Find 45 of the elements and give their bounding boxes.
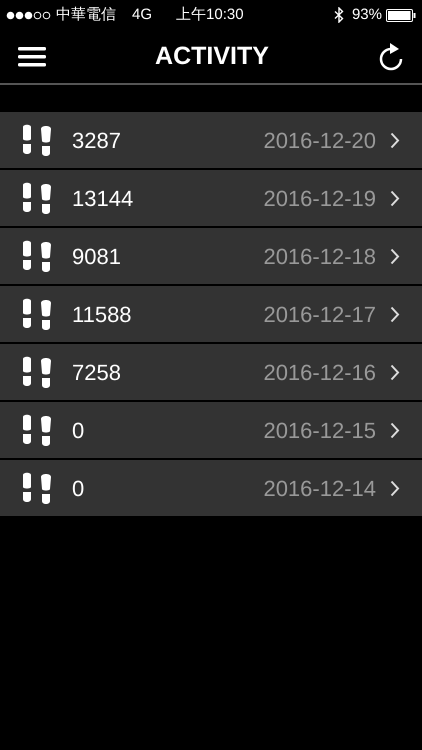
battery-percent: 93% <box>352 4 382 25</box>
activity-row[interactable]: 7258 2016-12-16 <box>0 344 422 400</box>
step-count: 13144 <box>72 184 134 212</box>
footprints-icon <box>20 124 54 156</box>
bluetooth-icon <box>334 7 344 23</box>
footprints-icon <box>20 472 54 504</box>
battery-icon <box>386 8 416 22</box>
activity-row[interactable]: 9081 2016-12-18 <box>0 228 422 284</box>
activity-date: 2016-12-18 <box>263 242 376 270</box>
footprints-icon <box>20 356 54 388</box>
chevron-right-icon <box>390 306 400 322</box>
step-count: 11588 <box>72 300 132 328</box>
activity-date: 2016-12-14 <box>263 474 376 502</box>
step-count: 0 <box>72 416 84 444</box>
footprints-icon <box>20 414 54 446</box>
activity-date: 2016-12-19 <box>263 184 376 212</box>
activity-row[interactable]: 3287 2016-12-20 <box>0 112 422 168</box>
footprints-icon <box>20 240 54 272</box>
carrier-name: 中華電信 <box>56 4 116 25</box>
menu-button[interactable] <box>18 46 46 68</box>
step-count: 9081 <box>72 242 121 270</box>
activity-row[interactable]: 0 2016-12-14 <box>0 460 422 516</box>
step-count: 7258 <box>72 358 121 386</box>
activity-date: 2016-12-20 <box>263 126 376 154</box>
clock-time: 上午10:30 <box>176 4 244 25</box>
activity-date: 2016-12-17 <box>263 300 376 328</box>
refresh-button[interactable] <box>378 42 404 70</box>
chevron-right-icon <box>390 248 400 264</box>
chevron-right-icon <box>390 132 400 148</box>
chevron-right-icon <box>390 422 400 438</box>
chevron-right-icon <box>390 480 400 496</box>
activity-row[interactable]: 0 2016-12-15 <box>0 402 422 458</box>
activity-date: 2016-12-16 <box>263 358 376 386</box>
chevron-right-icon <box>390 190 400 206</box>
footprints-icon <box>20 182 54 214</box>
footprints-icon <box>20 298 54 330</box>
step-count: 3287 <box>72 126 121 154</box>
signal-icon <box>6 10 52 20</box>
screen-title: ACTIVITY <box>155 40 269 72</box>
chevron-right-icon <box>390 364 400 380</box>
network-type: 4G <box>132 4 152 25</box>
activity-row[interactable]: 11588 2016-12-17 <box>0 286 422 342</box>
step-count: 0 <box>72 474 84 502</box>
activity-date: 2016-12-15 <box>263 416 376 444</box>
activity-row[interactable]: 13144 2016-12-19 <box>0 170 422 226</box>
